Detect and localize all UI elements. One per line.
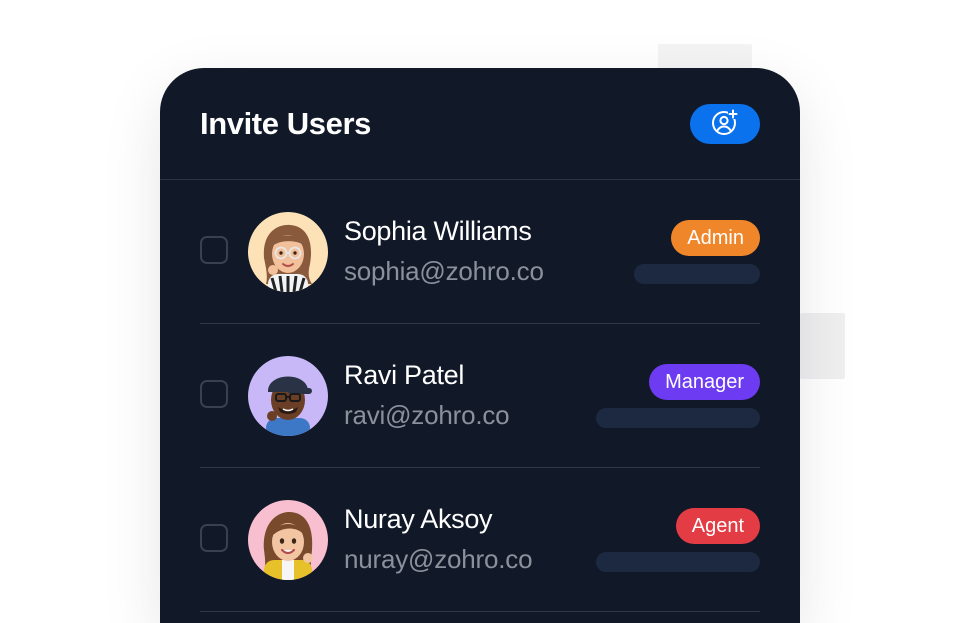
placeholder-bar [596,552,760,572]
role-badge-manager[interactable]: Manager [649,364,760,400]
invite-users-card: Invite Users Sophia Williams sophia@zohr… [160,68,800,623]
avatar [248,500,328,580]
stage: Invite Users Sophia Williams sophia@zohr… [0,0,960,623]
user-checkbox[interactable] [200,236,228,264]
card-title: Invite Users [200,106,371,141]
user-checkbox[interactable] [200,380,228,408]
user-list: Sophia Williams sophia@zohro.co Admin Ra… [160,180,800,612]
user-name: Sophia Williams [344,216,532,246]
user-row: Nuray Aksoy nuray@zohro.co Agent [200,468,760,612]
user-email: sophia@zohro.co [344,256,544,286]
avatar [248,356,328,436]
user-checkbox[interactable] [200,524,228,552]
user-plus-icon [711,108,739,141]
background-shape [800,313,845,379]
user-email: ravi@zohro.co [344,400,510,430]
add-user-button[interactable] [690,104,760,144]
placeholder-bar [634,264,760,284]
user-name: Ravi Patel [344,360,465,390]
background-shape [658,44,752,70]
placeholder-bar [596,408,760,428]
user-email: nuray@zohro.co [344,544,533,574]
card-header: Invite Users [160,68,800,180]
avatar [248,212,328,292]
user-name: Nuray Aksoy [344,504,493,534]
user-row: Ravi Patel ravi@zohro.co Manager [200,324,760,468]
role-badge-agent[interactable]: Agent [675,508,760,544]
role-badge-admin[interactable]: Admin [671,220,760,256]
user-row: Sophia Williams sophia@zohro.co Admin [200,180,760,324]
